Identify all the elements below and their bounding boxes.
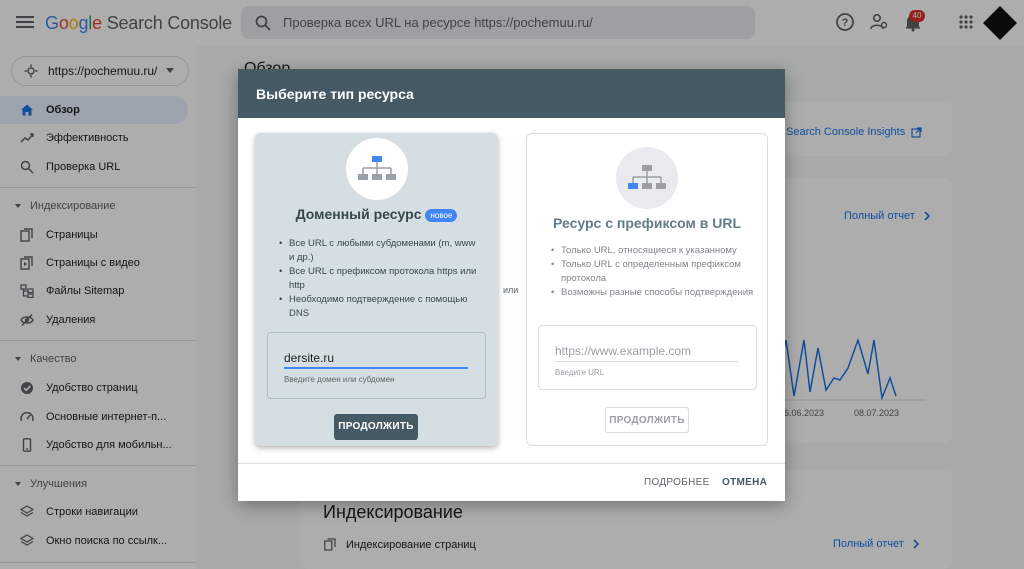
url-prefix-property-option[interactable]: Ресурс с префиксом в URL Только URL, отн…	[526, 133, 768, 446]
domain-continue-button[interactable]: ПРОДОЛЖИТЬ	[334, 414, 418, 440]
url-input-helper: Введите URL	[555, 368, 605, 377]
url-input-container: https://www.example.com Введите URL	[538, 325, 757, 390]
list-item: Необходимо подтверждение с помощью DNS	[277, 293, 482, 321]
domain-illustration	[345, 138, 408, 200]
dialog-title: Выберите тип ресурса	[238, 69, 785, 118]
prefix-continue-button[interactable]: ПРОДОЛЖИТЬ	[605, 407, 689, 433]
list-item: Возможны разные способы подтверждения	[549, 286, 754, 300]
new-badge: новое	[425, 208, 458, 222]
list-item: Все URL с любыми субдоменами (m, www и д…	[277, 237, 482, 265]
sitemap-tree-icon	[628, 165, 666, 189]
domain-input[interactable]: dersite.ru	[284, 351, 468, 369]
domain-features-list: Все URL с любыми субдоменами (m, www и д…	[277, 237, 482, 321]
domain-input-container: dersite.ru Введите домен или субдомен	[267, 332, 486, 399]
domain-option-title: Доменный ресурс новое	[255, 206, 498, 222]
list-item: Только URL, относящиеся к указанному	[549, 244, 754, 258]
list-item: Только URL с определенным префиксом прот…	[549, 258, 754, 286]
cancel-button[interactable]: ОТМЕНА	[722, 477, 767, 488]
prefix-illustration	[616, 147, 678, 209]
or-separator: или	[503, 285, 519, 295]
list-item: Все URL с префиксом протокола https или …	[277, 265, 482, 293]
prefix-option-title: Ресурс с префиксом в URL	[552, 215, 742, 231]
sitemap-tree-icon	[357, 156, 396, 180]
learn-more-button[interactable]: ПОДРОБНЕЕ	[644, 477, 710, 488]
property-type-dialog: Выберите тип ресурса Доменный ресурс ново…	[238, 69, 785, 501]
domain-title-text: Доменный ресурс	[295, 206, 422, 222]
prefix-features-list: Только URL, относящиеся к указанному Тол…	[549, 244, 754, 300]
domain-input-helper: Введите домен или субдомен	[284, 375, 395, 384]
dialog-footer: ПОДРОБНЕЕ ОТМЕНА	[238, 463, 785, 501]
url-input[interactable]: https://www.example.com	[555, 344, 739, 362]
domain-property-option[interactable]: Доменный ресурсновое Все URL с любыми су…	[255, 133, 498, 446]
